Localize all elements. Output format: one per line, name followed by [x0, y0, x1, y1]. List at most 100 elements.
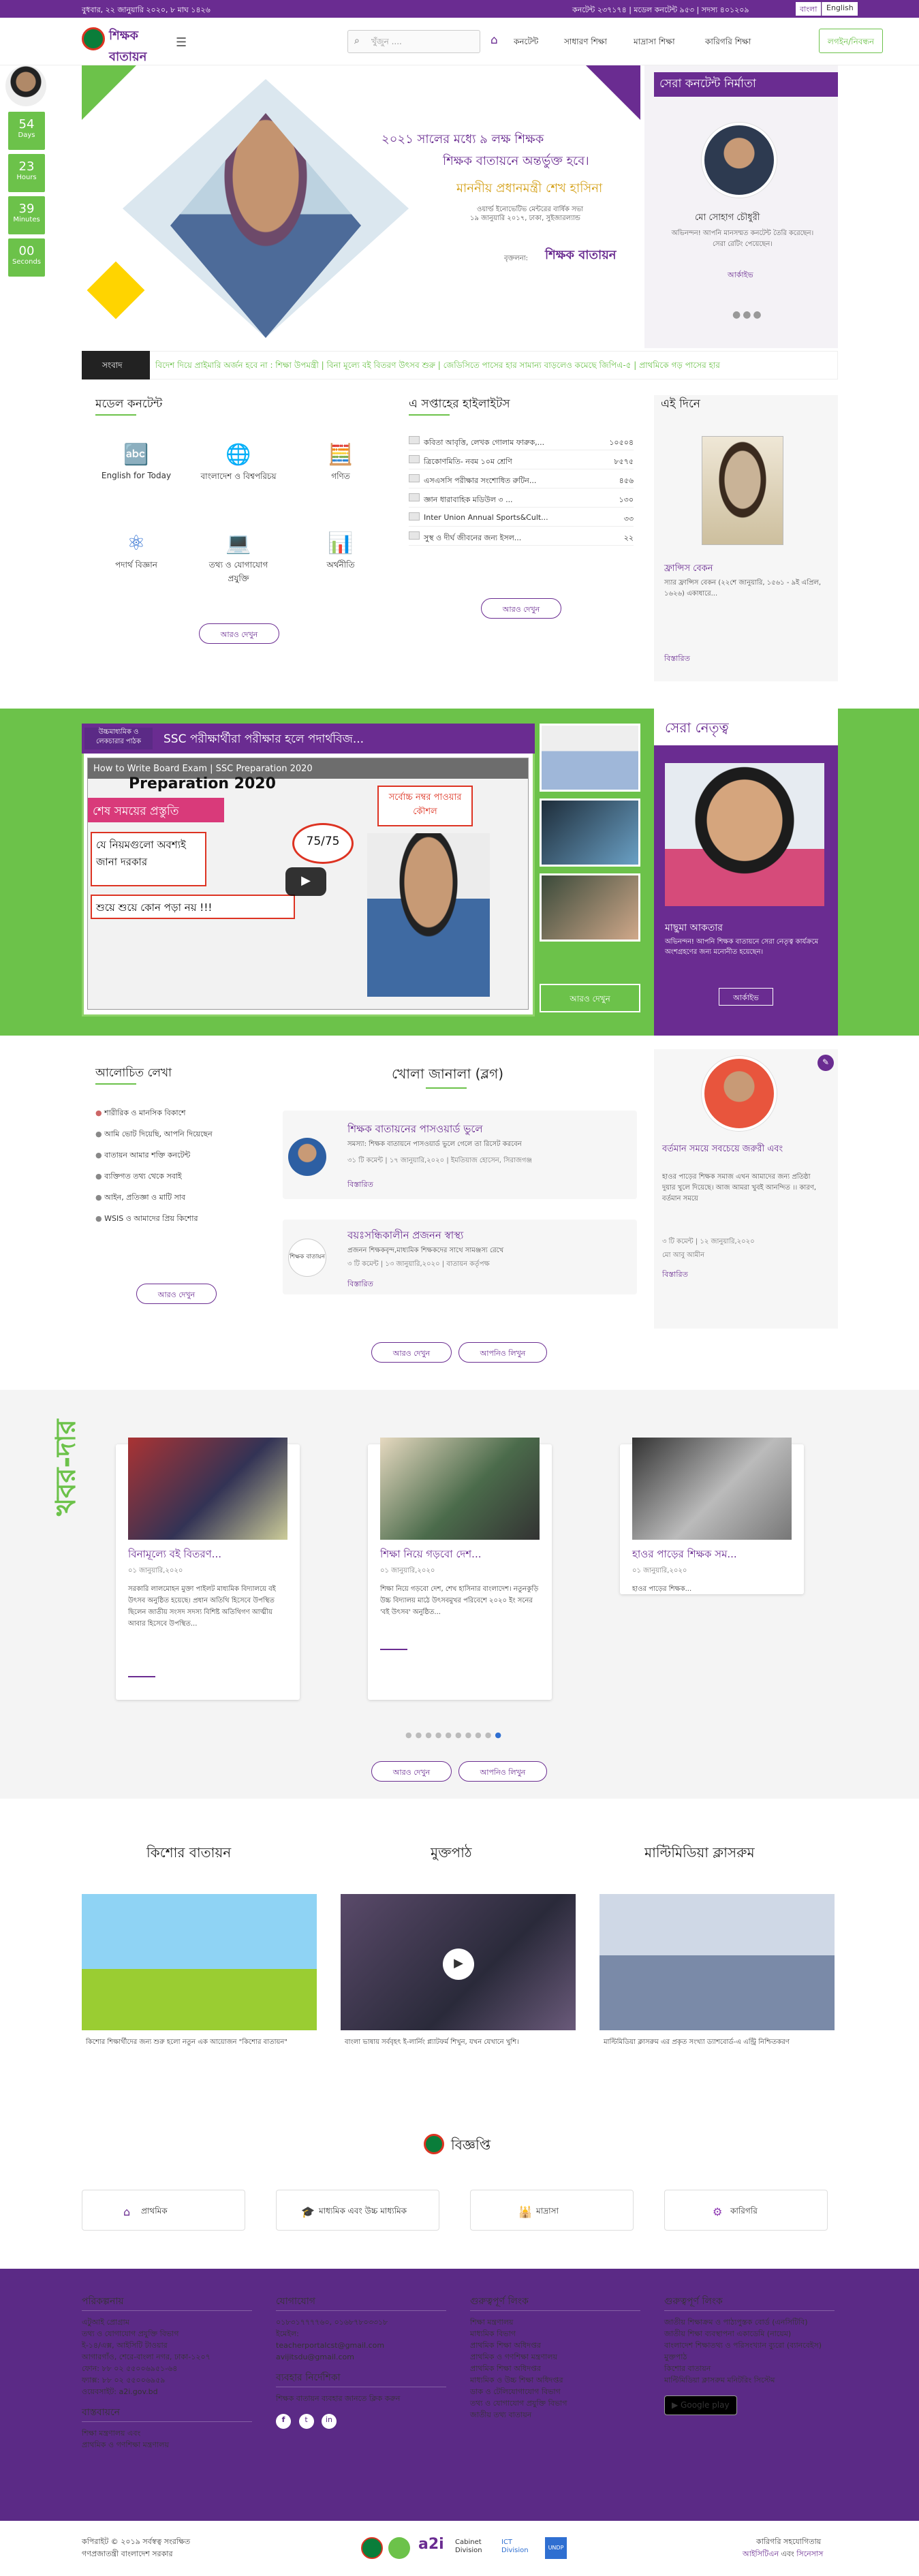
media-card-kishor[interactable]: কিশোর শিক্ষার্থীদের জন্য শুরু হলো নতুন এ…: [82, 1894, 317, 2058]
media-card-multimedia[interactable]: মাল্টিমিডিয়া ক্লাসরুম এর প্রকৃত সংখ্যা …: [599, 1894, 835, 2058]
login-register-button[interactable]: লগইন/নিবন্ধন: [819, 29, 883, 53]
news-more-button[interactable]: আরও দেখুন: [371, 1761, 452, 1782]
govt-logo: [361, 2537, 383, 2559]
best-creator-name[interactable]: মো সোহাগ চৌধুরী: [695, 211, 760, 226]
highlight-item[interactable]: এসএসসি পরীক্ষার সংশোধিত রুটিন... ৪৫৬: [409, 471, 634, 488]
featured-blog-avatar[interactable]: [702, 1056, 777, 1131]
search-input[interactable]: খুঁজুন ....: [347, 30, 480, 53]
video-more-button[interactable]: আরও দেখুন: [540, 984, 640, 1012]
model-more-button[interactable]: আরও দেখুন: [199, 623, 279, 644]
media-card-muktopath[interactable]: ▶ বাংলা ভাষায় সর্ববৃহৎ ই-লার্নিং প্ল্যা…: [341, 1894, 576, 2058]
slider-dots[interactable]: ●●●: [732, 309, 764, 320]
footer-guide-link[interactable]: শিক্ষক বাতায়ন ব্যবহার জানতে ক্লিক করুন: [276, 2393, 446, 2404]
play-icon[interactable]: ▶: [285, 867, 326, 896]
lang-english-button[interactable]: English: [822, 2, 858, 16]
synesis-link[interactable]: সিনেসাস: [796, 2549, 823, 2558]
highlight-item[interactable]: জ্ঞান ধারাবাহিক মডিউল ৩ ... ১৩০: [409, 490, 634, 508]
news-card[interactable]: বিনামূল্যে বই বিতরণ... ০১ জানুয়ারি,২০২০…: [116, 1438, 300, 1700]
twitter-icon[interactable]: t: [298, 2414, 314, 2429]
model-math[interactable]: 🧮 গণিত: [300, 436, 381, 504]
discussed-item[interactable]: ● বাতায়ন আমার শক্তি কনটেন্ট: [95, 1145, 266, 1166]
nav-technical-education[interactable]: কারিগরি শিক্ষা: [705, 36, 751, 50]
highlight-item[interactable]: কবিতা আবৃত্তি, লেখক গোলাম ফারুক,... ১০৫০৪: [409, 433, 634, 450]
blog-post-card[interactable]: শিক্ষক বাতায়নের পাসওয়ার্ড ভুলে সমস্যা:…: [283, 1111, 637, 1199]
model-physics[interactable]: ⚛ পদার্থ বিজ্ঞান: [95, 525, 177, 593]
this-day-name[interactable]: ফ্রান্সিস বেকন: [664, 562, 713, 576]
discussed-item[interactable]: ● ব্যক্তিগত তথ্য থেকে সবাই: [95, 1166, 266, 1187]
best-leader-name[interactable]: মাছুমা আকতার: [665, 920, 723, 936]
blog-post-meta: ৩ টি কমেন্ট | ১৩ জানুয়ারি,২০২০ | বাতায়…: [347, 1260, 490, 1268]
news-card[interactable]: হাওর পাড়ের শিক্ষক সম... ০১ জানুয়ারি,২০…: [620, 1438, 804, 1594]
video-thumbnail[interactable]: [540, 724, 640, 792]
home-icon[interactable]: ⌂: [490, 33, 498, 47]
discussed-item[interactable]: ● শারীরিক ও মানসিক বিকাশে: [95, 1102, 266, 1123]
news-title[interactable]: বিনামূল্যে বই বিতরণ...: [128, 1547, 221, 1564]
featured-blog-link[interactable]: বিস্তারিত: [662, 1269, 688, 1282]
blog-post-title[interactable]: বয়ঃসন্ধিকালীন প্রজনন স্বাস্থ্য: [347, 1228, 463, 1245]
blog-post-title[interactable]: শিক্ষক বাতায়নের পাসওয়ার্ড ভুলে: [347, 1121, 483, 1138]
ticker-text[interactable]: বিদেশ দিয়ে প্রাইমারি অর্জন হবে না : শিক…: [155, 360, 837, 373]
news-pagination-dots[interactable]: ●●●●●●●●●●: [405, 1731, 505, 1739]
play-icon[interactable]: ▶: [443, 1949, 474, 1980]
discussed-more-button[interactable]: আরও দেখুন: [136, 1284, 217, 1304]
best-creator-avatar[interactable]: [702, 123, 777, 198]
best-leader-photo[interactable]: [665, 763, 824, 906]
linkedin-icon[interactable]: in: [322, 2414, 337, 2429]
blog-post-card[interactable]: শিক্ষক বাতায়ন বয়ঃসন্ধিকালীন প্রজনন স্ব…: [283, 1220, 637, 1294]
model-bangladesh[interactable]: 🌐 বাংলাদেশ ও বিশ্বপরিচয়: [198, 436, 279, 504]
blog-post-link[interactable]: বিস্তারিত: [347, 1179, 373, 1192]
ictn-link[interactable]: আইসিটিএন: [743, 2549, 779, 2558]
highlights-more-button[interactable]: আরও দেখুন: [481, 598, 561, 619]
video-title[interactable]: SSC পরীক্ষার্থীরা পরীক্ষার হলে পদার্থবিজ…: [163, 730, 364, 749]
highlight-item[interactable]: ত্রিকোণমিতি- নবম ১০ম শ্রেণি ৮৫৭৫: [409, 452, 634, 469]
google-play-button[interactable]: ▶ Google play: [664, 2395, 737, 2415]
video-frame[interactable]: How to Write Board Exam | SSC Preparatio…: [87, 758, 529, 1010]
video-thumbnail[interactable]: [540, 873, 640, 942]
model-english[interactable]: 🔤 English for Today: [95, 436, 177, 504]
footer-email[interactable]: avijitsdu@gmail.com: [276, 2351, 446, 2363]
footer-heading: গুরুত্বপূর্ণ লিংক: [470, 2296, 640, 2311]
featured-blog-title[interactable]: বর্তমান সময়ে সবচেয়ে জরুরী এবং: [662, 1143, 826, 1155]
best-content-creator-panel: [644, 65, 838, 348]
model-ict[interactable]: 💻 তথ্য ও যোগাযোগ প্রযুক্তি: [198, 525, 279, 593]
discussed-item[interactable]: ● আইন, প্রতিজ্ঞা ও মাটি সাব: [95, 1187, 266, 1208]
news-arrow-icon[interactable]: [128, 1676, 155, 1677]
best-leader-archive-button[interactable]: আর্কাইভ: [719, 988, 773, 1006]
news-write-button[interactable]: আপনিও লিখুন: [458, 1761, 547, 1782]
govt-logo[interactable]: [82, 27, 105, 50]
model-economics[interactable]: 📊 অর্থনীতি: [300, 525, 381, 593]
notice-secondary[interactable]: 🎓 মাধ্যমিক এবং উচ্চ মাধ্যমিক: [276, 2190, 439, 2231]
highlight-item[interactable]: সুস্থ ও দীর্ঘ জীবনের জন্য ইসল... ২২: [409, 528, 634, 546]
doc-icon: [409, 531, 420, 540]
doc-icon: [409, 455, 420, 463]
notice-madrasa[interactable]: 🕌 মাদ্রাসা: [470, 2190, 634, 2231]
news-arrow-icon[interactable]: [380, 1649, 407, 1650]
facebook-icon[interactable]: f: [276, 2414, 291, 2429]
pin-icon[interactable]: ✎: [817, 1055, 834, 1071]
discussed-item[interactable]: ● WSIS ও আমাদের প্রিয় কিশোর: [95, 1208, 266, 1229]
discussed-item[interactable]: ● আমি ভোট দিয়েছি, আপনি দিয়েছেন: [95, 1123, 266, 1145]
site-logo[interactable]: শিক্ষক বাতায়ন: [109, 26, 157, 64]
tech-support-line-1: কারিগরি সহযোগিতায়: [756, 2537, 822, 2546]
footer-col-links-2: গুরুত্বপূর্ণ লিংক জাতীয় শিক্ষাক্রম ও পা…: [664, 2296, 835, 2415]
news-title[interactable]: হাওর পাড়ের শিক্ষক সম...: [632, 1547, 737, 1564]
nav-content[interactable]: কনটেন্ট: [514, 36, 538, 50]
nav-general-education[interactable]: সাধারণ শিক্ষা: [564, 36, 607, 50]
blog-post-link[interactable]: বিস্তারিত: [347, 1278, 373, 1291]
featured-blog-author: মো আবু আমীন: [662, 1252, 705, 1259]
news-card[interactable]: শিক্ষা নিয়ে গড়বো দেশ... ০১ জানুয়ারি,২…: [368, 1438, 552, 1700]
nav-madrasa-education[interactable]: মাদ্রাসা শিক্ষা: [634, 36, 675, 50]
notice-technical[interactable]: ⚙ কারিগরি: [664, 2190, 828, 2231]
news-title[interactable]: শিক্ষা নিয়ে গড়বো দেশ...: [380, 1547, 482, 1564]
blog-write-button[interactable]: আপনিও লিখুন: [458, 1342, 547, 1363]
this-day-details-link[interactable]: বিস্তারিত: [664, 653, 690, 666]
video-thumbnail[interactable]: [540, 798, 640, 867]
best-creator-archive-button[interactable]: আর্কাইভ: [728, 269, 753, 282]
footer-email[interactable]: teacherportalcst@gmail.com: [276, 2340, 446, 2351]
lang-bangla-button[interactable]: বাংলা: [796, 2, 822, 16]
search-icon[interactable]: ⌕: [354, 35, 360, 46]
blog-more-button[interactable]: আরও দেখুন: [371, 1342, 452, 1363]
notice-primary[interactable]: ⌂ প্রাথমিক: [82, 2190, 245, 2231]
menu-icon[interactable]: ☰: [176, 35, 187, 50]
highlight-item[interactable]: Inter Union Annual Sports&Cult... ৩৩: [409, 509, 634, 527]
